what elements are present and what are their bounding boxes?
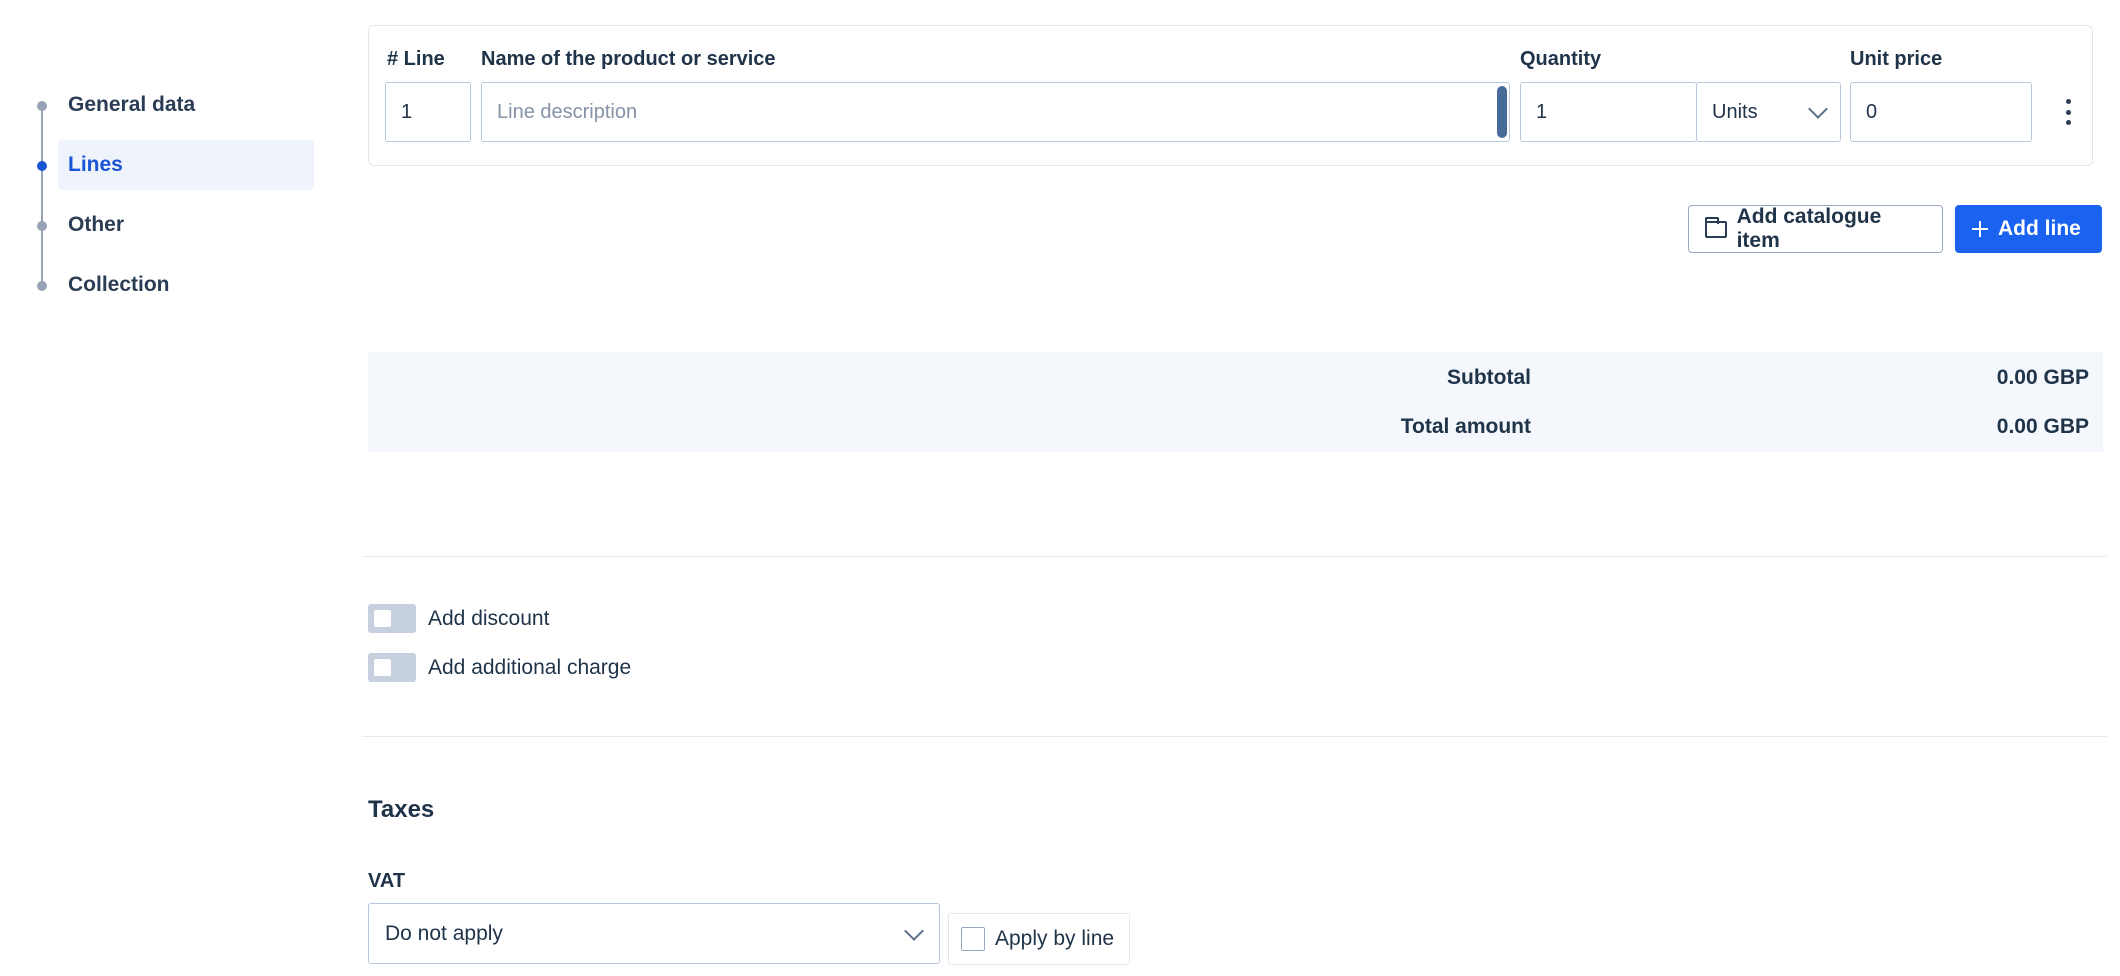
toggle-knob xyxy=(374,659,391,676)
subtotal-value: 0.00 GBP xyxy=(1996,366,2089,389)
add-line-button[interactable]: Add line xyxy=(1955,205,2102,253)
add-line-label: Add line xyxy=(1998,217,2081,240)
line-item-card: # Line Name of the product or service Qu… xyxy=(368,25,2093,166)
apply-by-line-checkbox[interactable] xyxy=(961,927,985,951)
step-connector xyxy=(41,104,43,284)
section-divider xyxy=(362,736,2107,737)
total-value: 0.00 GBP xyxy=(1996,415,2089,438)
apply-by-line-label: Apply by line xyxy=(995,927,1115,950)
step-dot-icon xyxy=(37,101,47,111)
invoice-lines-page: General data Lines Other Collection # Li… xyxy=(0,0,2120,976)
total-row: Total amount 0.00 GBP xyxy=(368,409,2103,443)
unit-price-header: Unit price xyxy=(1850,48,1943,70)
unit-select-value: Units xyxy=(1712,100,1758,123)
chevron-down-icon xyxy=(904,920,924,941)
step-label: General data xyxy=(68,93,196,116)
quantity-input[interactable]: 1 xyxy=(1520,82,1697,142)
unit-select[interactable]: Units xyxy=(1696,82,1841,142)
toggle-knob xyxy=(374,610,391,627)
line-description-input[interactable]: Line description xyxy=(481,82,1510,142)
step-general-data[interactable]: General data xyxy=(32,80,314,130)
line-number-input[interactable]: 1 xyxy=(385,82,471,142)
subtotal-row: Subtotal 0.00 GBP xyxy=(368,360,2103,394)
vat-select-value: Do not apply xyxy=(385,921,503,945)
unit-price-input[interactable]: 0 xyxy=(1850,82,2032,142)
add-catalogue-item-button[interactable]: Add catalogue item xyxy=(1688,205,1943,253)
total-label: Total amount xyxy=(1400,415,1531,438)
step-other[interactable]: Other xyxy=(32,200,314,250)
plus-icon xyxy=(1972,221,1988,237)
line-description-placeholder: Line description xyxy=(497,100,638,123)
taxes-title: Taxes xyxy=(368,796,435,823)
discount-toggle-row: Add discount xyxy=(368,604,549,633)
apply-by-line-option[interactable]: Apply by line xyxy=(948,913,1130,965)
step-dot-icon xyxy=(37,281,47,291)
step-label: Collection xyxy=(68,273,170,296)
more-options-icon[interactable] xyxy=(2066,99,2072,125)
quantity-header: Quantity xyxy=(1520,48,1602,70)
section-divider xyxy=(362,556,2107,557)
step-dot-icon xyxy=(37,221,47,231)
step-label: Lines xyxy=(68,153,123,176)
step-navigation: General data Lines Other Collection xyxy=(32,80,314,320)
charge-toggle-row: Add additional charge xyxy=(368,653,631,682)
additional-charge-toggle[interactable] xyxy=(368,653,416,682)
totals-panel: Subtotal 0.00 GBP Total amount 0.00 GBP xyxy=(368,352,2103,452)
resize-handle[interactable] xyxy=(1497,86,1507,138)
product-name-header: Name of the product or service xyxy=(481,48,776,70)
discount-toggle[interactable] xyxy=(368,604,416,633)
step-lines[interactable]: Lines xyxy=(32,140,314,190)
folder-icon xyxy=(1705,216,1727,238)
vat-select[interactable]: Do not apply xyxy=(368,903,940,964)
line-number-header: # Line xyxy=(387,48,445,70)
step-dot-icon xyxy=(37,161,47,171)
additional-charge-label: Add additional charge xyxy=(428,655,632,679)
subtotal-label: Subtotal xyxy=(1447,366,1531,389)
vat-label: VAT xyxy=(368,870,406,892)
discount-label: Add discount xyxy=(428,606,550,630)
step-collection[interactable]: Collection xyxy=(32,260,314,310)
chevron-down-icon xyxy=(1808,99,1828,119)
step-label: Other xyxy=(68,213,125,236)
add-catalogue-item-label: Add catalogue item xyxy=(1736,205,1882,252)
